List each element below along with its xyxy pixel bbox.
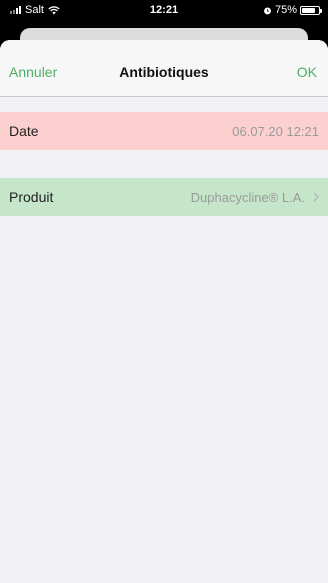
product-row[interactable]: Produit Duphacycline® L.A.	[0, 178, 328, 216]
status-right: 75%	[263, 4, 322, 16]
alarm-icon	[264, 7, 271, 14]
page-title: Antibiotiques	[119, 64, 209, 80]
date-label: Date	[9, 123, 39, 139]
date-value: 06.07.20 12:21	[232, 123, 319, 139]
date-row[interactable]: Date 06.07.20 12:21	[0, 112, 328, 150]
product-value: Duphacycline® L.A.	[190, 189, 305, 205]
battery-icon	[300, 5, 322, 15]
ok-button[interactable]: OK	[297, 64, 317, 80]
battery-percent: 75%	[274, 4, 297, 16]
chevron-right-icon	[313, 192, 319, 202]
modal-sheet: Annuler Antibiotiques OK Date 06.07.20 1…	[0, 40, 328, 583]
navigation-bar: Annuler Antibiotiques OK	[0, 40, 328, 97]
status-bar: Salt 12:21 75%	[0, 0, 328, 22]
product-label: Produit	[9, 189, 54, 205]
